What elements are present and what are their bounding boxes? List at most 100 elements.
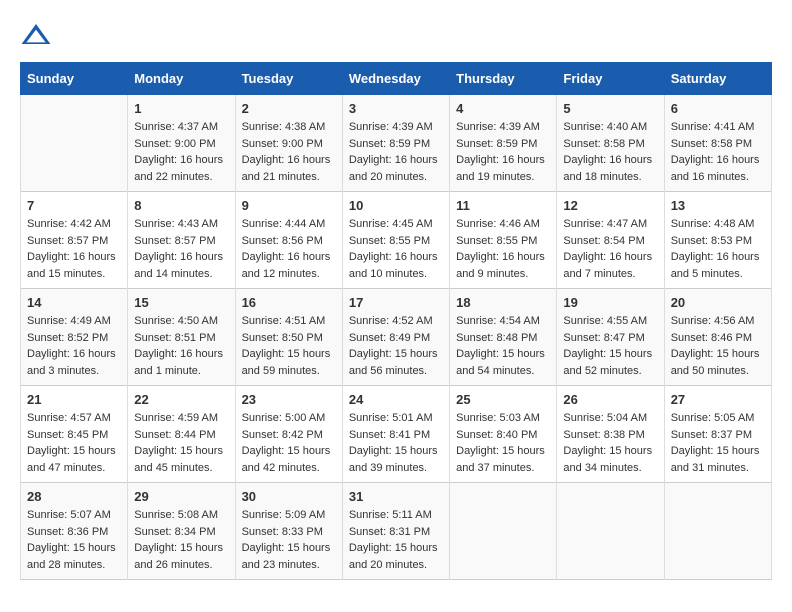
day-number: 30 [242,489,336,504]
day-info: Sunrise: 4:39 AM Sunset: 8:59 PM Dayligh… [456,119,550,185]
day-number: 18 [456,295,550,310]
day-number: 11 [456,198,550,213]
calendar-cell: 21 Sunrise: 4:57 AM Sunset: 8:45 PM Dayli… [21,386,128,483]
day-number: 9 [242,198,336,213]
day-info: Sunrise: 5:01 AM Sunset: 8:41 PM Dayligh… [349,410,443,476]
calendar-cell: 8Sunrise: 4:43 AM Sunset: 8:57 PM Daylig… [128,192,235,289]
calendar-cell: 4 Sunrise: 4:39 AM Sunset: 8:59 PM Daylig… [450,95,557,192]
calendar-cell: 1 Sunrise: 4:37 AM Sunset: 9:00 PM Daylig… [128,95,235,192]
calendar-cell [450,483,557,580]
day-info: Sunrise: 4:46 AM Sunset: 8:55 PM Dayligh… [456,216,550,282]
calendar-cell: 29Sunrise: 5:08 AM Sunset: 8:34 PM Dayli… [128,483,235,580]
calendar-cell: 12 Sunrise: 4:47 AM Sunset: 8:54 PM Dayli… [557,192,664,289]
calendar-cell: 14Sunrise: 4:49 AM Sunset: 8:52 PM Dayli… [21,289,128,386]
calendar-cell: 9 Sunrise: 4:44 AM Sunset: 8:56 PM Daylig… [235,192,342,289]
page-header [20,20,772,52]
logo-icon [20,20,52,52]
day-number: 10 [349,198,443,213]
calendar-cell: 2 Sunrise: 4:38 AM Sunset: 9:00 PM Daylig… [235,95,342,192]
day-info: Sunrise: 5:04 AM Sunset: 8:38 PM Dayligh… [563,410,657,476]
day-info: Sunrise: 5:03 AM Sunset: 8:40 PM Dayligh… [456,410,550,476]
day-info: Sunrise: 4:48 AM Sunset: 8:53 PM Dayligh… [671,216,765,282]
calendar-cell: 7 Sunrise: 4:42 AM Sunset: 8:57 PM Daylig… [21,192,128,289]
day-info: Sunrise: 4:42 AM Sunset: 8:57 PM Dayligh… [27,216,121,282]
day-number: 27 [671,392,765,407]
day-info: Sunrise: 4:57 AM Sunset: 8:45 PM Dayligh… [27,410,121,476]
calendar-cell: 27 Sunrise: 5:05 AM Sunset: 8:37 PM Dayli… [664,386,771,483]
day-number: 5 [563,101,657,116]
day-number: 3 [349,101,443,116]
calendar-week-row: 7 Sunrise: 4:42 AM Sunset: 8:57 PM Daylig… [21,192,772,289]
day-number: 31 [349,489,443,504]
calendar-cell: 18 Sunrise: 4:54 AM Sunset: 8:48 PM Dayli… [450,289,557,386]
calendar-cell [21,95,128,192]
weekday-header-sunday: Sunday [21,63,128,95]
day-number: 20 [671,295,765,310]
calendar-week-row: 14Sunrise: 4:49 AM Sunset: 8:52 PM Dayli… [21,289,772,386]
day-info: Sunrise: 4:59 AM Sunset: 8:44 PM Dayligh… [134,410,228,476]
day-info: Sunrise: 4:44 AM Sunset: 8:56 PM Dayligh… [242,216,336,282]
calendar-cell: 5 Sunrise: 4:40 AM Sunset: 8:58 PM Daylig… [557,95,664,192]
day-info: Sunrise: 4:39 AM Sunset: 8:59 PM Dayligh… [349,119,443,185]
day-info: Sunrise: 5:11 AM Sunset: 8:31 PM Dayligh… [349,507,443,573]
calendar-cell: 13Sunrise: 4:48 AM Sunset: 8:53 PM Dayli… [664,192,771,289]
day-number: 19 [563,295,657,310]
day-number: 25 [456,392,550,407]
day-info: Sunrise: 4:45 AM Sunset: 8:55 PM Dayligh… [349,216,443,282]
day-info: Sunrise: 4:51 AM Sunset: 8:50 PM Dayligh… [242,313,336,379]
weekday-header-tuesday: Tuesday [235,63,342,95]
weekday-header-thursday: Thursday [450,63,557,95]
day-number: 23 [242,392,336,407]
day-number: 12 [563,198,657,213]
calendar-cell: 28 Sunrise: 5:07 AM Sunset: 8:36 PM Dayli… [21,483,128,580]
calendar-cell: 22 Sunrise: 4:59 AM Sunset: 8:44 PM Dayli… [128,386,235,483]
day-info: Sunrise: 5:09 AM Sunset: 8:33 PM Dayligh… [242,507,336,573]
day-info: Sunrise: 5:00 AM Sunset: 8:42 PM Dayligh… [242,410,336,476]
day-number: 2 [242,101,336,116]
day-info: Sunrise: 5:08 AM Sunset: 8:34 PM Dayligh… [134,507,228,573]
calendar-cell: 19Sunrise: 4:55 AM Sunset: 8:47 PM Dayli… [557,289,664,386]
weekday-header-saturday: Saturday [664,63,771,95]
calendar-cell: 26Sunrise: 5:04 AM Sunset: 8:38 PM Dayli… [557,386,664,483]
calendar-week-row: 1 Sunrise: 4:37 AM Sunset: 9:00 PM Daylig… [21,95,772,192]
day-number: 4 [456,101,550,116]
calendar-cell [557,483,664,580]
day-info: Sunrise: 5:07 AM Sunset: 8:36 PM Dayligh… [27,507,121,573]
day-info: Sunrise: 4:54 AM Sunset: 8:48 PM Dayligh… [456,313,550,379]
day-info: Sunrise: 4:38 AM Sunset: 9:00 PM Dayligh… [242,119,336,185]
day-info: Sunrise: 4:56 AM Sunset: 8:46 PM Dayligh… [671,313,765,379]
day-info: Sunrise: 4:40 AM Sunset: 8:58 PM Dayligh… [563,119,657,185]
calendar-cell: 31 Sunrise: 5:11 AM Sunset: 8:31 PM Dayli… [342,483,449,580]
calendar-cell: 17 Sunrise: 4:52 AM Sunset: 8:49 PM Dayli… [342,289,449,386]
calendar-cell: 30 Sunrise: 5:09 AM Sunset: 8:33 PM Dayli… [235,483,342,580]
day-number: 6 [671,101,765,116]
day-number: 1 [134,101,228,116]
day-number: 28 [27,489,121,504]
calendar-header-row: SundayMondayTuesdayWednesdayThursdayFrid… [21,63,772,95]
day-number: 21 [27,392,121,407]
calendar-cell [664,483,771,580]
calendar-cell: 24 Sunrise: 5:01 AM Sunset: 8:41 PM Dayli… [342,386,449,483]
day-number: 15 [134,295,228,310]
calendar-week-row: 21 Sunrise: 4:57 AM Sunset: 8:45 PM Dayli… [21,386,772,483]
day-number: 17 [349,295,443,310]
day-number: 22 [134,392,228,407]
weekday-header-monday: Monday [128,63,235,95]
day-info: Sunrise: 4:50 AM Sunset: 8:51 PM Dayligh… [134,313,228,379]
calendar-cell: 3 Sunrise: 4:39 AM Sunset: 8:59 PM Daylig… [342,95,449,192]
day-info: Sunrise: 4:37 AM Sunset: 9:00 PM Dayligh… [134,119,228,185]
day-info: Sunrise: 4:47 AM Sunset: 8:54 PM Dayligh… [563,216,657,282]
day-number: 16 [242,295,336,310]
day-number: 24 [349,392,443,407]
calendar-table: SundayMondayTuesdayWednesdayThursdayFrid… [20,62,772,580]
day-number: 7 [27,198,121,213]
day-info: Sunrise: 4:43 AM Sunset: 8:57 PM Dayligh… [134,216,228,282]
day-info: Sunrise: 4:52 AM Sunset: 8:49 PM Dayligh… [349,313,443,379]
calendar-cell: 10 Sunrise: 4:45 AM Sunset: 8:55 PM Dayli… [342,192,449,289]
logo [20,20,56,52]
day-info: Sunrise: 5:05 AM Sunset: 8:37 PM Dayligh… [671,410,765,476]
calendar-cell: 23 Sunrise: 5:00 AM Sunset: 8:42 PM Dayli… [235,386,342,483]
calendar-cell: 6Sunrise: 4:41 AM Sunset: 8:58 PM Daylig… [664,95,771,192]
calendar-cell: 25 Sunrise: 5:03 AM Sunset: 8:40 PM Dayli… [450,386,557,483]
weekday-header-friday: Friday [557,63,664,95]
